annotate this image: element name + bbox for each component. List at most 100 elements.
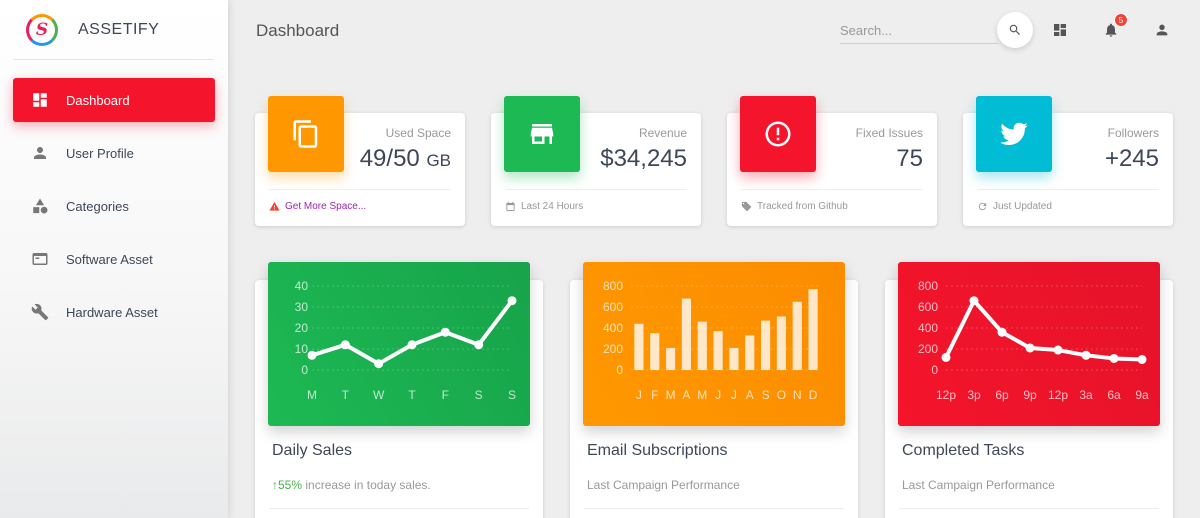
x-tick-label: 3p <box>967 388 981 402</box>
bar <box>697 321 707 370</box>
stat-footer-link[interactable]: Get More Space... <box>269 189 451 212</box>
account-button[interactable] <box>1152 20 1172 40</box>
x-tick-label: S <box>762 388 770 402</box>
x-tick-label: 12p <box>936 388 956 402</box>
x-tick-label: 6a <box>1107 388 1121 402</box>
sidebar-item-label: Categories <box>66 198 129 214</box>
chart-subtitle: ↑55% increase in today sales. <box>272 478 431 492</box>
sidebar-item-categories[interactable]: Categories <box>13 184 215 228</box>
stat-unit: GB <box>426 151 451 170</box>
stat-icon-box <box>740 96 816 172</box>
x-tick-label: T <box>342 388 350 402</box>
data-point <box>407 340 417 350</box>
x-tick-label: 6p <box>995 388 1009 402</box>
daily-sales-chart: 0 10 20 30 40 M T W T F S S <box>295 279 517 402</box>
chart-title: Email Subscriptions <box>587 442 728 459</box>
notifications-button[interactable]: 5 <box>1101 13 1128 40</box>
stat-card-fixed-issues: Fixed Issues 75 Tracked from Github <box>727 96 937 226</box>
sidebar: S ASSETIFY Dashboard User Profile Catego… <box>0 0 228 518</box>
bar <box>729 347 739 370</box>
data-point <box>969 296 979 306</box>
chart-panel: 0 200 400 600 800 J F M A M J J A S O N D <box>583 262 845 426</box>
data-point <box>307 350 317 360</box>
divider <box>584 508 844 509</box>
sidebar-item-hardware-asset[interactable]: Hardware Asset <box>13 290 215 334</box>
sidebar-item-user-profile[interactable]: User Profile <box>13 131 215 175</box>
x-tick-label: J <box>731 388 737 402</box>
chart-subtitle-highlight: 55% <box>278 478 303 492</box>
search-button[interactable] <box>997 12 1033 48</box>
data-point <box>997 327 1007 337</box>
brand[interactable]: S ASSETIFY <box>0 0 228 60</box>
y-tick-label: 10 <box>295 342 309 356</box>
chart-subtitle: Last Campaign Performance <box>902 478 1055 492</box>
search-input[interactable] <box>840 18 998 42</box>
notification-badge: 5 <box>1114 13 1128 27</box>
y-tick-label: 400 <box>918 321 938 335</box>
stat-value: 49/50 GB <box>359 145 451 172</box>
x-tick-label: S <box>475 388 483 402</box>
x-tick-label: M <box>307 388 317 402</box>
y-tick-label: 200 <box>918 342 938 356</box>
chart-subtitle: Last Campaign Performance <box>587 478 740 492</box>
sidebar-item-label: Hardware Asset <box>66 304 158 320</box>
chart-subtitle-text: increase in today sales. <box>302 478 431 492</box>
person-icon <box>31 144 49 162</box>
stat-icon-box <box>504 96 580 172</box>
stat-label: Revenue <box>638 126 687 140</box>
x-tick-label: F <box>651 388 658 402</box>
sidebar-item-dashboard[interactable]: Dashboard <box>13 78 215 122</box>
category-shapes-icon <box>31 197 49 215</box>
y-tick-label: 0 <box>616 363 623 377</box>
divider <box>269 508 529 509</box>
x-tick-label: 9a <box>1135 388 1149 402</box>
stat-icon-box <box>976 96 1052 172</box>
completed-tasks-chart: 0 200 400 600 800 12p 3p 6p 9p 12p 3a 6a 9a <box>918 279 1149 402</box>
sidebar-item-label: Software Asset <box>66 251 153 267</box>
bar <box>760 320 771 370</box>
bar <box>808 289 818 370</box>
data-point <box>340 340 350 350</box>
data-point <box>1025 343 1035 353</box>
search-icon <box>1009 24 1020 35</box>
stat-footer-text: Get More Space... <box>285 201 367 212</box>
info-icon <box>765 121 791 147</box>
x-tick-label: S <box>508 388 516 402</box>
x-tick-label: A <box>746 388 754 402</box>
series-line <box>310 298 514 366</box>
stat-footer: Tracked from Github <box>741 189 923 212</box>
x-tick-label: W <box>373 388 385 402</box>
data-point <box>1137 355 1147 364</box>
stat-card-followers: Followers +245 Just Updated <box>963 96 1173 226</box>
dashboard-view-button[interactable] <box>1050 20 1070 40</box>
bar <box>713 331 723 370</box>
wrench-icon <box>31 303 49 321</box>
logo-icon: S <box>26 14 58 46</box>
y-tick-label: 600 <box>603 300 623 314</box>
y-tick-label: 200 <box>603 342 623 356</box>
copy-icon <box>293 120 318 148</box>
sidebar-nav: Dashboard User Profile Categories Softwa… <box>0 78 228 334</box>
sidebar-item-label: Dashboard <box>66 92 130 108</box>
calendar-icon <box>506 201 515 212</box>
chart-title: Daily Sales <box>272 442 353 459</box>
x-tick-label: 12p <box>1048 388 1068 402</box>
window-icon <box>31 250 49 268</box>
bar <box>745 335 755 370</box>
data-point <box>1081 350 1091 360</box>
page-title: Dashboard <box>256 21 340 40</box>
bar <box>792 301 802 370</box>
sidebar-item-software-asset[interactable]: Software Asset <box>13 237 215 281</box>
bar <box>665 347 676 370</box>
x-tick-label: F <box>442 388 449 402</box>
chart-card-email-subscriptions: 0 200 400 600 800 J F M A M J J A S O N D Email Subscrip… <box>570 262 858 518</box>
top-navbar: Dashboard 5 <box>228 0 1200 60</box>
stat-label: Used Space <box>385 126 451 140</box>
divider <box>899 508 1159 509</box>
data-point <box>1053 345 1063 355</box>
data-point <box>440 327 450 337</box>
x-tick-label: O <box>777 388 786 402</box>
stat-footer: Just Updated <box>977 189 1159 212</box>
y-tick-label: 20 <box>295 321 309 335</box>
y-tick-label: 400 <box>603 321 623 335</box>
